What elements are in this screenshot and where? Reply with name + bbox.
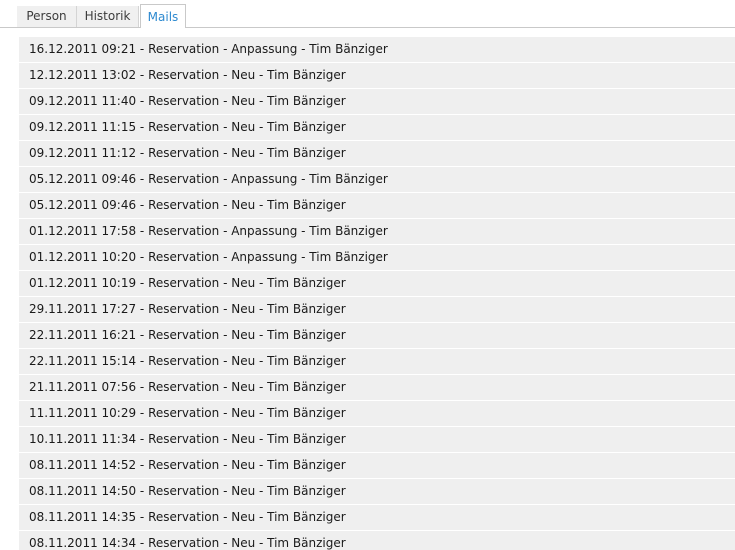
mail-list-item[interactable]: 08.11.2011 14:34 - Reservation - Neu - T… [19,531,735,550]
mail-list-item[interactable]: 16.12.2011 09:21 - Reservation - Anpassu… [19,37,735,62]
mail-list-item[interactable]: 05.12.2011 09:46 - Reservation - Neu - T… [19,193,735,218]
tab-bar: Person Historik Mails [0,0,735,28]
mail-list: 16.12.2011 09:21 - Reservation - Anpassu… [19,37,735,550]
mail-list-item[interactable]: 08.11.2011 14:35 - Reservation - Neu - T… [19,505,735,530]
mail-list-item[interactable]: 09.12.2011 11:15 - Reservation - Neu - T… [19,115,735,140]
mail-list-item[interactable]: 01.12.2011 17:58 - Reservation - Anpassu… [19,219,735,244]
tab-person[interactable]: Person [17,6,77,27]
mail-list-item[interactable]: 12.12.2011 13:02 - Reservation - Neu - T… [19,63,735,88]
mail-list-item[interactable]: 08.11.2011 14:50 - Reservation - Neu - T… [19,479,735,504]
tab-historik[interactable]: Historik [77,6,139,27]
mail-list-item[interactable]: 09.12.2011 11:40 - Reservation - Neu - T… [19,89,735,114]
mail-list-item[interactable]: 29.11.2011 17:27 - Reservation - Neu - T… [19,297,735,322]
tab-mails[interactable]: Mails [140,4,186,28]
mails-window: Person Historik Mails 16.12.2011 09:21 -… [0,0,735,550]
mail-list-item[interactable]: 05.12.2011 09:46 - Reservation - Anpassu… [19,167,735,192]
mail-list-item[interactable]: 22.11.2011 15:14 - Reservation - Neu - T… [19,349,735,374]
mail-list-item[interactable]: 08.11.2011 14:52 - Reservation - Neu - T… [19,453,735,478]
mail-list-item[interactable]: 09.12.2011 11:12 - Reservation - Neu - T… [19,141,735,166]
mail-list-item[interactable]: 21.11.2011 07:56 - Reservation - Neu - T… [19,375,735,400]
mail-list-item[interactable]: 11.11.2011 10:29 - Reservation - Neu - T… [19,401,735,426]
mail-list-item[interactable]: 10.11.2011 11:34 - Reservation - Neu - T… [19,427,735,452]
mail-list-item[interactable]: 01.12.2011 10:20 - Reservation - Anpassu… [19,245,735,270]
mails-panel: 16.12.2011 09:21 - Reservation - Anpassu… [0,28,735,550]
mail-list-item[interactable]: 01.12.2011 10:19 - Reservation - Neu - T… [19,271,735,296]
mail-list-item[interactable]: 22.11.2011 16:21 - Reservation - Neu - T… [19,323,735,348]
